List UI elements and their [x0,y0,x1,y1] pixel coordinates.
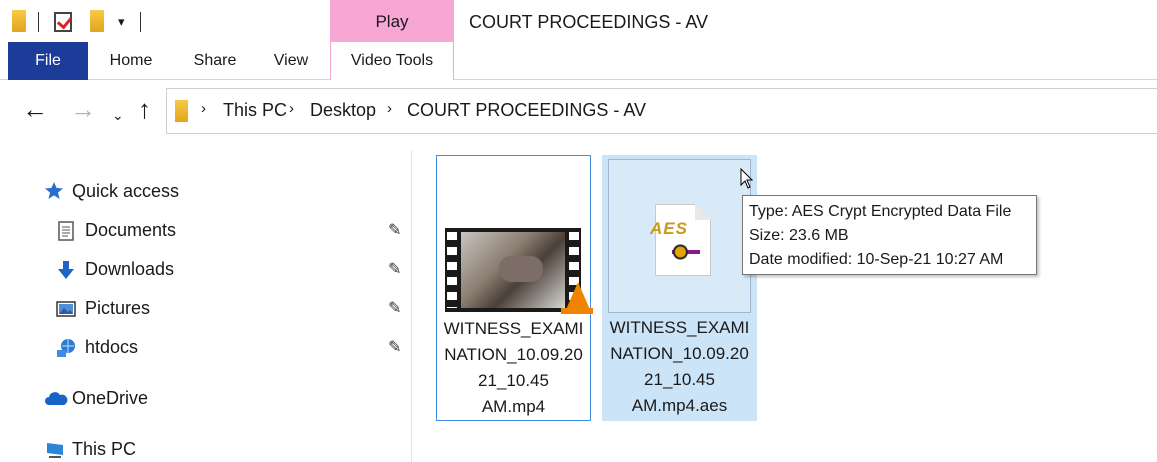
network-folder-icon [57,339,75,357]
cloud-icon [45,392,68,405]
recent-locations-button[interactable]: ⌄ [112,102,124,128]
file-name-line: 21_10.45 [644,370,715,389]
title-bar: ▾ Play COURT PROCEEDINGS - AV [0,0,1157,46]
sidebar-item-label: Downloads [85,259,175,279]
sidebar-item-label: Quick access [72,181,180,201]
separator [140,12,141,32]
file-name-line: WITNESS_EXAMI [609,318,750,337]
address-bar[interactable]: › This PC › Desktop › COURT PROCEEDINGS … [166,88,1157,134]
folder-icon [175,100,188,122]
breadcrumb-separator[interactable]: › [387,100,392,117]
pin-icon[interactable]: ✎ [388,259,401,279]
computer-icon [47,443,63,458]
window-title: COURT PROCEEDINGS - AV [469,12,709,32]
folder-icon[interactable] [12,10,26,32]
tooltip-date: Date modified: 10-Sep-21 10:27 AM [749,251,1004,268]
navigation-pane: Quick access Documents ✎ Downloads ✎ Pic… [0,150,412,462]
ribbon-tabs: File Home Share View Video Tools [0,42,1157,80]
page-fold [695,204,711,220]
play-tab-label[interactable]: Play [330,12,454,32]
key-icon [672,243,700,261]
file-tooltip: Type: AES Crypt Encrypted Data File Size… [742,195,1037,275]
pin-icon[interactable]: ✎ [388,220,401,240]
file-name: WITNESS_EXAMI NATION_10.09.20 21_10.45 A… [602,315,757,419]
pin-icon[interactable]: ✎ [388,298,401,318]
file-name-line: NATION_10.09.20 [444,345,583,364]
aes-file-icon: AES [650,204,711,276]
sidebar-item-label: This PC [72,439,137,459]
file-name: WITNESS_EXAMI NATION_10.09.20 21_10.45 A… [437,316,590,420]
pictures-icon [56,301,76,317]
tooltip-type: Type: AES Crypt Encrypted Data File [749,203,1012,220]
breadcrumb-this-pc[interactable]: This PC [223,100,287,121]
file-name-line: NATION_10.09.20 [610,344,749,363]
file-name-line: 21_10.45 [478,371,549,390]
vlc-cone-base [561,308,593,314]
new-folder-icon[interactable] [90,10,104,32]
tab-home[interactable]: Home [100,42,162,80]
tab-file[interactable]: File [8,42,88,80]
downloads-icon [58,261,74,279]
file-name-line: AM.mp4.aes [631,396,728,415]
tooltip-size: Size: 23.6 MB [749,227,849,244]
file-item-video[interactable]: WITNESS_EXAMI NATION_10.09.20 21_10.45 A… [436,155,593,421]
forward-button[interactable]: → [70,96,96,122]
documents-icon [58,221,74,241]
sidebar-item-label: Documents [85,220,177,240]
up-button[interactable]: ↑ [138,96,151,122]
breadcrumb-separator[interactable]: › [289,100,294,117]
sidebar-item-label: htdocs [85,337,139,357]
video-frame [461,232,565,308]
mouse-cursor-icon [740,168,754,189]
customize-toolbar-dropdown[interactable]: ▾ [118,14,125,30]
pin-icon[interactable]: ✎ [388,337,401,357]
file-name-line: WITNESS_EXAMI [443,319,584,338]
back-button[interactable]: ← [22,96,48,122]
breadcrumb-current-folder[interactable]: COURT PROCEEDINGS - AV [407,100,646,121]
aes-logo-text: AES [650,219,688,238]
file-item-aes[interactable]: AES WITNESS_EXAMI NATION_10.09.20 21_10.… [602,155,757,421]
file-icon-frame: AES [608,159,751,313]
breadcrumb-separator[interactable]: › [201,100,206,117]
breadcrumb-desktop[interactable]: Desktop [310,100,376,121]
tab-share[interactable]: Share [184,42,246,80]
star-icon [45,182,63,199]
film-strip [447,232,457,308]
properties-icon[interactable] [54,12,72,32]
handshake-image [499,256,543,282]
separator [38,12,39,32]
navigation-bar: ← → ⌄ ↑ › This PC › Desktop › COURT PROC… [0,88,1157,134]
sidebar-item-label: OneDrive [72,388,149,408]
video-thumbnail-icon [445,228,593,314]
tab-video-tools[interactable]: Video Tools [330,42,454,80]
file-name-line: AM.mp4 [481,397,546,416]
tab-view[interactable]: View [262,42,320,80]
sidebar-item-label: Pictures [85,298,151,318]
